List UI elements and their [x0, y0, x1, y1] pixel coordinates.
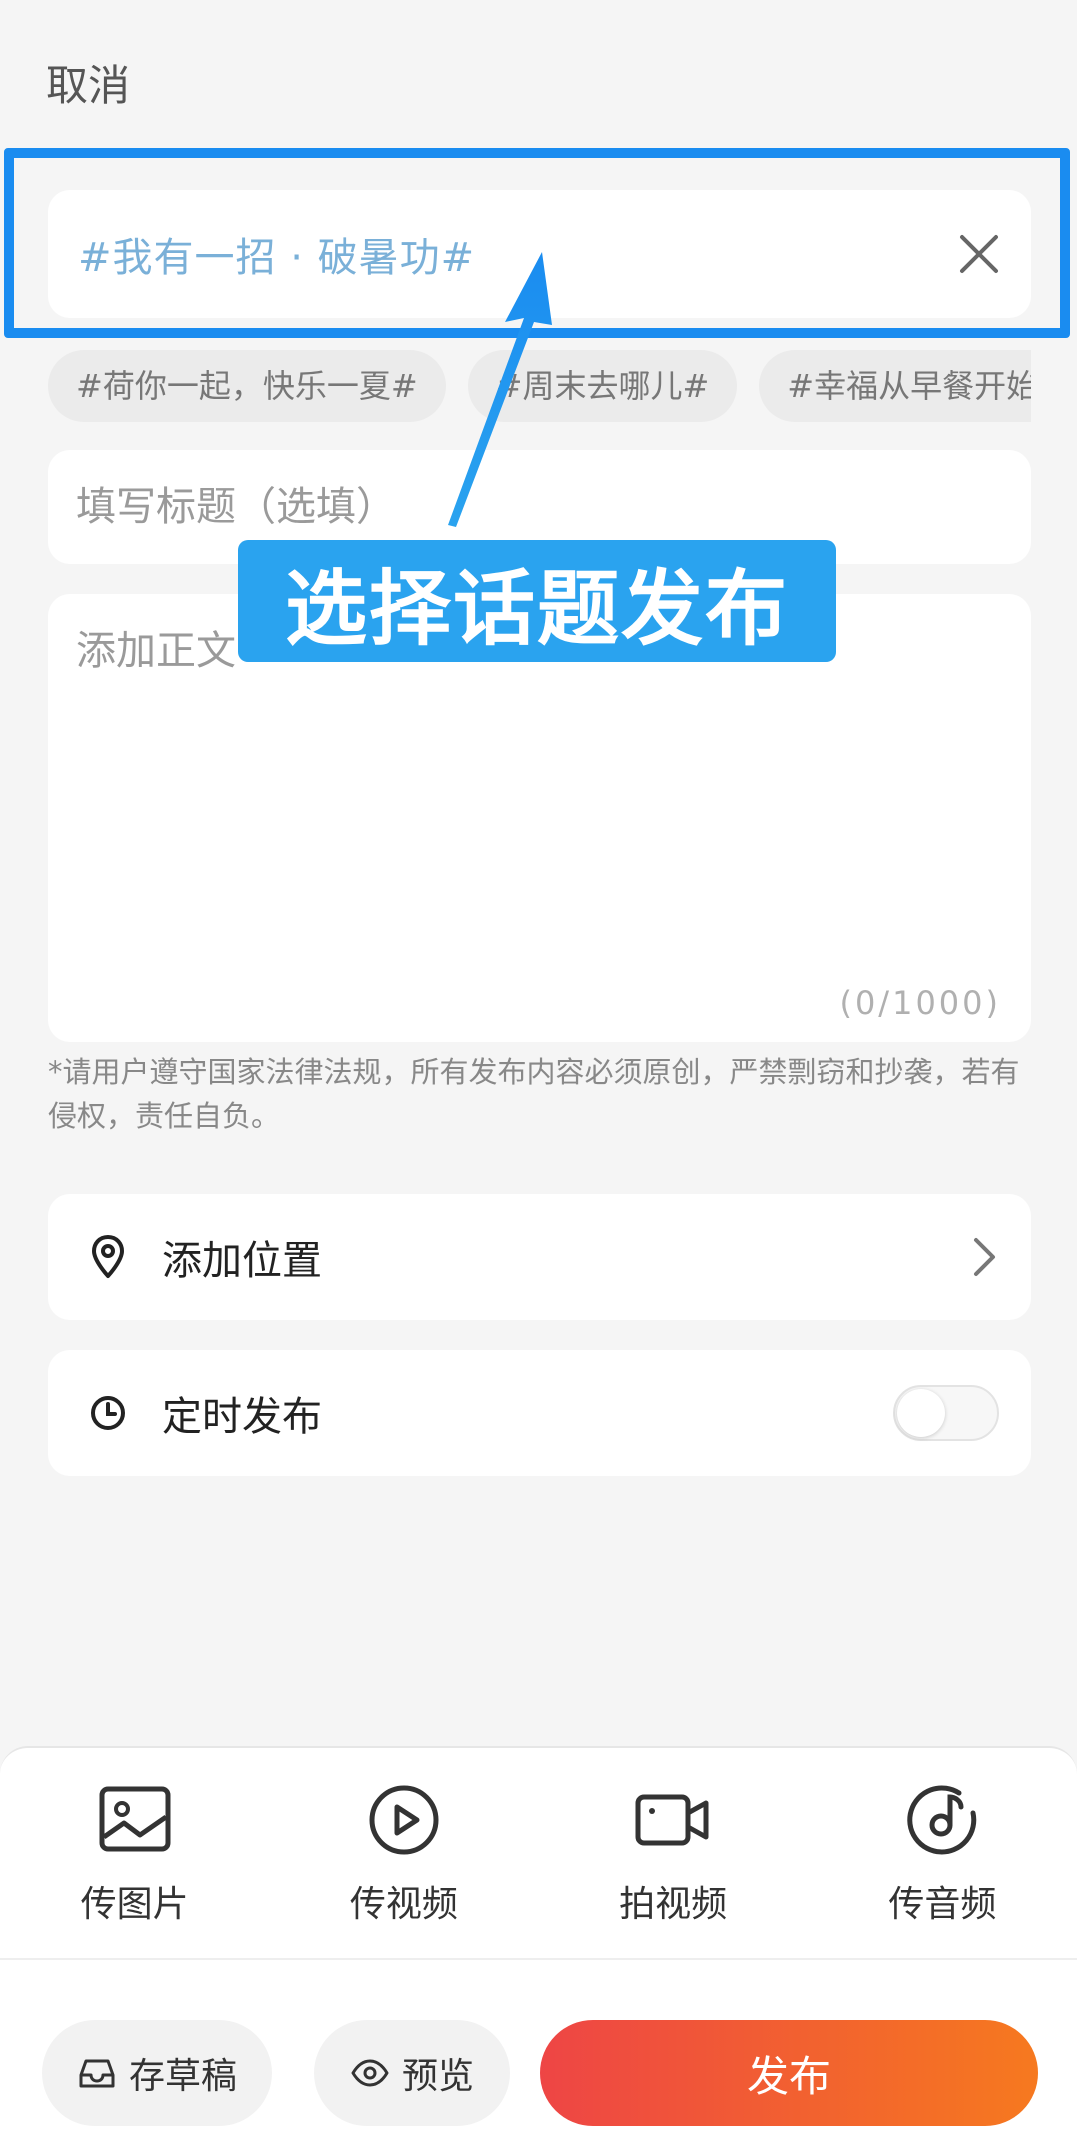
- tool-label: 拍视频: [619, 1884, 728, 1925]
- bottom-panel: 传图片 传视频 拍视频 传音频 存草稿 预览 发布: [0, 1746, 1077, 2154]
- cancel-button[interactable]: 取消: [46, 52, 130, 113]
- record-video-button[interactable]: 拍视频: [563, 1779, 783, 1927]
- chevron-right-icon: [974, 1238, 995, 1276]
- add-location-row[interactable]: 添加位置: [48, 1194, 1031, 1320]
- action-bar: 存草稿 预览 发布: [0, 2020, 1077, 2126]
- save-draft-button[interactable]: 存草稿: [42, 2020, 272, 2126]
- play-circle-icon: [369, 1785, 439, 1855]
- body-textarea[interactable]: [76, 618, 1003, 918]
- toggle-knob: [897, 1389, 945, 1437]
- character-counter: (0/1000): [839, 984, 1001, 1022]
- legal-notice: *请用户遵守国家法律法规，所有发布内容必须原创，严禁剽窃和抄袭，若有侵权，责任自…: [48, 1055, 1020, 1133]
- selected-topic-text: #我有一招 · 破暑功#: [78, 235, 476, 281]
- upload-image-button[interactable]: 传图片: [25, 1779, 245, 1927]
- tool-label: 传图片: [80, 1884, 189, 1925]
- topic-chip[interactable]: #幸福从早餐开始#: [759, 350, 1031, 422]
- upload-audio-button[interactable]: 传音频: [832, 1779, 1052, 1927]
- add-location-label: 添加位置: [162, 1238, 322, 1284]
- save-draft-label: 存草稿: [128, 2056, 237, 2097]
- location-pin-icon: [88, 1233, 128, 1281]
- close-icon[interactable]: [957, 232, 1001, 276]
- scheduled-publish-label: 定时发布: [162, 1394, 322, 1440]
- annotation-callout: 选择话题发布: [238, 540, 836, 662]
- tool-label: 传音频: [888, 1884, 997, 1925]
- image-icon: [99, 1786, 171, 1852]
- video-camera-icon: [635, 1794, 709, 1846]
- preview-button[interactable]: 预览: [314, 2020, 510, 2126]
- tool-label: 传视频: [349, 1884, 458, 1925]
- title-input[interactable]: [76, 484, 1031, 530]
- media-toolbar: 传图片 传视频 拍视频 传音频: [0, 1748, 1077, 1960]
- preview-label: 预览: [401, 2056, 474, 2097]
- scheduled-publish-toggle[interactable]: [893, 1385, 999, 1441]
- eye-icon: [351, 2059, 389, 2087]
- upload-video-button[interactable]: 传视频: [294, 1779, 514, 1927]
- scheduled-publish-row: 定时发布: [48, 1350, 1031, 1476]
- publish-label: 发布: [746, 2051, 831, 2101]
- topic-suggestions: #荷你一起，快乐一夏# #周末去哪儿# #幸福从早餐开始#: [48, 350, 1031, 422]
- publish-button[interactable]: 发布: [540, 2020, 1038, 2126]
- selected-topic[interactable]: #我有一招 · 破暑功#: [48, 190, 1031, 318]
- inbox-icon: [79, 2059, 115, 2088]
- topic-chip[interactable]: #周末去哪儿#: [467, 350, 738, 422]
- clock-icon: [88, 1389, 128, 1437]
- topic-chip[interactable]: #荷你一起，快乐一夏#: [48, 350, 446, 422]
- music-disc-icon: [907, 1785, 977, 1855]
